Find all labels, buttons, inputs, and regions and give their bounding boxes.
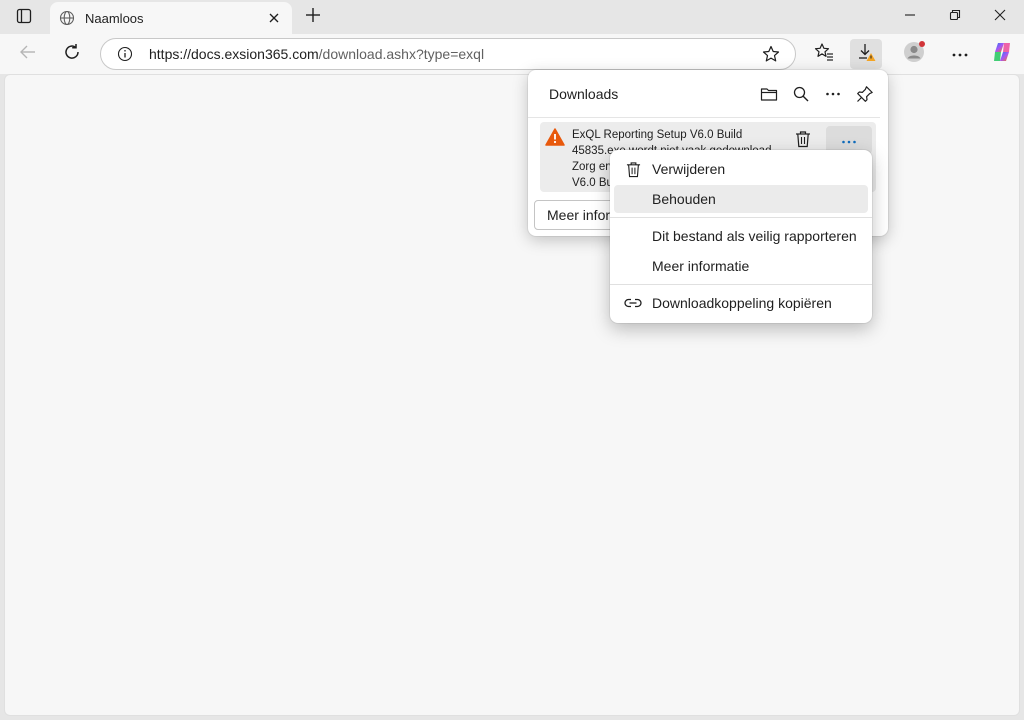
minimize-icon: [904, 8, 916, 26]
refresh-icon: [63, 43, 81, 66]
menu-item-verwijderen[interactable]: Verwijderen: [614, 155, 868, 183]
more-dots-icon: [841, 131, 857, 149]
restore-button[interactable]: [933, 4, 977, 30]
tab-title: Naamloos: [85, 10, 144, 26]
warning-icon: [545, 128, 565, 146]
more-dots-icon: [951, 45, 969, 63]
avatar: [902, 40, 926, 69]
restore-icon: [949, 8, 961, 26]
menu-item-label: Meer informatie: [652, 258, 750, 274]
globe-icon: [58, 9, 76, 27]
tab-strip: Naamloos: [0, 0, 1024, 34]
download-warning-icon: [856, 42, 876, 67]
favorites-button[interactable]: [808, 39, 840, 69]
downloads-button[interactable]: [850, 39, 882, 69]
open-folder-icon[interactable]: [754, 79, 784, 109]
settings-more-button[interactable]: [944, 39, 976, 69]
close-tab-icon[interactable]: [264, 8, 284, 28]
close-window-button[interactable]: [978, 4, 1022, 30]
url-path: /download.ashx?type=exql: [318, 46, 485, 62]
address-bar[interactable]: https://docs.exsion365.com/download.ashx…: [100, 38, 796, 70]
copilot-icon: [991, 41, 1013, 68]
info-icon[interactable]: [115, 44, 135, 64]
minimize-button[interactable]: [888, 4, 932, 30]
back-arrow-icon: [19, 43, 37, 66]
favorite-star-icon[interactable]: [757, 40, 785, 68]
menu-item-label: Verwijderen: [652, 161, 726, 177]
menu-item-label: Behouden: [652, 191, 716, 207]
plus-icon: [305, 7, 321, 28]
menu-item-label: Downloadkoppeling kopiëren: [652, 295, 832, 311]
menu-item-copy-link[interactable]: Downloadkoppeling kopiëren: [614, 289, 868, 317]
downloads-header: Downloads: [528, 70, 880, 118]
downloads-title: Downloads: [549, 85, 619, 102]
refresh-button[interactable]: [56, 39, 88, 69]
download-context-menu: Verwijderen Behouden Dit bestand als vei…: [610, 150, 872, 323]
tab-actions-button[interactable]: [10, 6, 38, 30]
menu-item-label: Dit bestand als veilig rapporteren: [652, 228, 857, 244]
pin-icon[interactable]: [850, 79, 880, 109]
url-text[interactable]: https://docs.exsion365.com/download.ashx…: [149, 46, 757, 62]
profile-button[interactable]: [898, 39, 930, 69]
toolbar: https://docs.exsion365.com/download.ashx…: [0, 34, 1024, 74]
new-tab-button[interactable]: [300, 5, 326, 29]
more-options-icon[interactable]: [818, 79, 848, 109]
search-icon[interactable]: [786, 79, 816, 109]
link-icon: [614, 293, 652, 313]
close-icon: [994, 8, 1006, 26]
trash-icon: [614, 159, 652, 179]
menu-divider: [610, 217, 872, 218]
menu-item-report-safe[interactable]: Dit bestand als veilig rapporteren: [614, 222, 868, 250]
copilot-button[interactable]: [986, 39, 1018, 69]
menu-divider: [610, 284, 872, 285]
tab-actions-icon: [16, 8, 32, 29]
menu-item-meer-informatie[interactable]: Meer informatie: [614, 252, 868, 280]
menu-item-behouden[interactable]: Behouden: [614, 185, 868, 213]
url-host: https://docs.exsion365.com: [149, 46, 319, 62]
delete-download-icon[interactable]: [792, 128, 814, 150]
back-button[interactable]: [12, 39, 44, 69]
tab-naamloos[interactable]: Naamloos: [50, 2, 292, 34]
favorites-list-icon: [814, 42, 834, 67]
